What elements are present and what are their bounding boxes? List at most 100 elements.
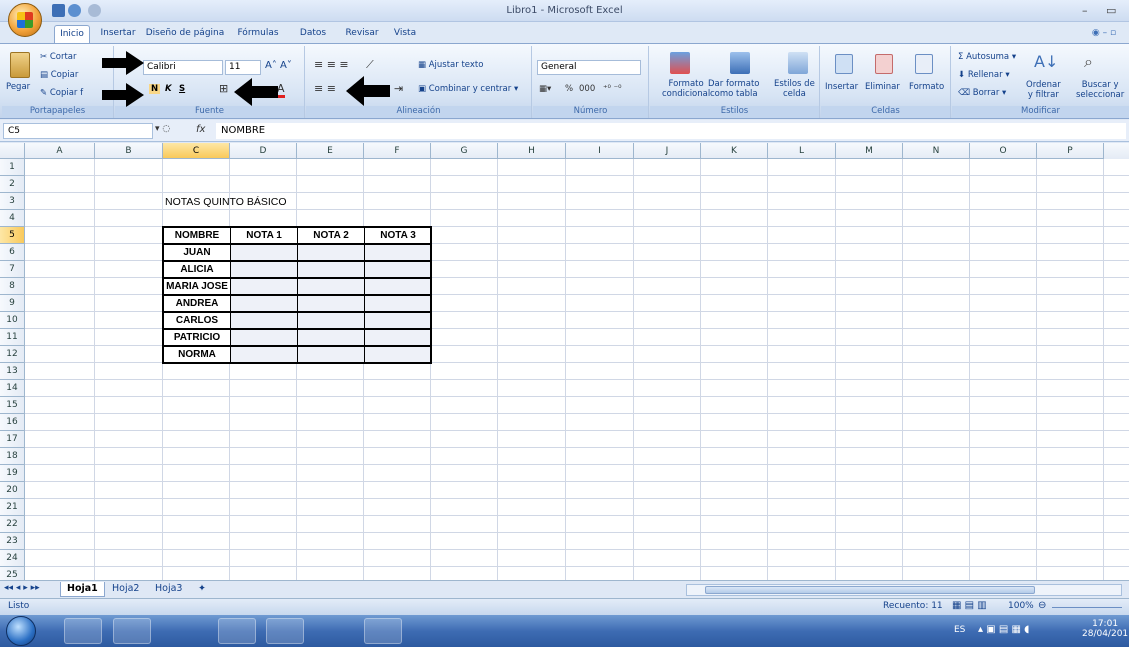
cut-button[interactable]: ✂ Cortar: [40, 52, 77, 62]
percent-button[interactable]: %: [565, 84, 573, 94]
sheet-tab-hoja3[interactable]: Hoja3: [149, 582, 188, 597]
table-cell[interactable]: PATRICIO: [163, 329, 231, 346]
table-cell-empty[interactable]: [364, 346, 432, 363]
tab-datos[interactable]: Datos: [294, 25, 332, 43]
column-header[interactable]: J: [634, 143, 701, 159]
decimal-icon[interactable]: ⁺⁰ ⁻⁰: [603, 84, 622, 94]
scrollbar-thumb[interactable]: [705, 586, 1035, 594]
column-header[interactable]: A: [25, 143, 95, 159]
cell-styles-button[interactable]: Estilos de celda: [774, 79, 815, 99]
taskbar-paint-icon[interactable]: [162, 618, 200, 644]
row-header[interactable]: 9: [0, 295, 25, 312]
row-header[interactable]: 21: [0, 499, 25, 516]
row-header[interactable]: 15: [0, 397, 25, 414]
row-header[interactable]: 23: [0, 533, 25, 550]
sheet-title[interactable]: NOTAS QUINTO BÁSICO: [165, 194, 287, 211]
table-cell-empty[interactable]: [230, 312, 298, 329]
orientation-icon[interactable]: ⟋: [366, 58, 374, 72]
column-header[interactable]: N: [903, 143, 970, 159]
conditional-format-button[interactable]: Formato condicional: [662, 79, 710, 99]
row-header[interactable]: 25: [0, 567, 25, 580]
taskbar-media-icon[interactable]: [113, 618, 151, 644]
row-header[interactable]: 1: [0, 159, 25, 176]
row-header[interactable]: 16: [0, 414, 25, 431]
autosum-button[interactable]: Σ Autosuma ▾: [958, 52, 1016, 62]
format-table-icon[interactable]: [730, 52, 750, 74]
select-all-corner[interactable]: [0, 143, 25, 159]
tab-diseno[interactable]: Diseño de página: [145, 25, 225, 43]
row-header[interactable]: 12: [0, 346, 25, 363]
row-header[interactable]: 3: [0, 193, 25, 210]
align-top-icon[interactable]: ≡ ≡ ≡: [314, 58, 349, 71]
table-cell[interactable]: MARIA JOSE: [163, 278, 231, 295]
sheet-tab-hoja1[interactable]: Hoja1: [60, 582, 105, 597]
column-header[interactable]: C: [163, 143, 230, 159]
borders-icon[interactable]: ⊞: [219, 82, 228, 95]
taskbar-excel-icon[interactable]: [364, 618, 402, 644]
table-cell-empty[interactable]: [364, 261, 432, 278]
column-header[interactable]: M: [836, 143, 903, 159]
table-cell-empty[interactable]: [297, 312, 365, 329]
number-format-combo[interactable]: General: [537, 60, 641, 75]
tab-vista[interactable]: Vista: [390, 25, 420, 43]
column-header[interactable]: K: [701, 143, 768, 159]
table-cell[interactable]: CARLOS: [163, 312, 231, 329]
row-header[interactable]: 2: [0, 176, 25, 193]
table-cell[interactable]: JUAN: [163, 244, 231, 261]
paste-button[interactable]: Pegar: [6, 82, 30, 92]
indent-icon[interactable]: ⇥: [394, 82, 403, 95]
worksheet-grid[interactable]: ABCDEFGHIJKLMNOP 1 2 3 4 5 6 7 8 9 10 11 12 13 14 15 16…: [0, 143, 1129, 580]
taskbar-explorer-icon[interactable]: [64, 618, 102, 644]
table-cell-empty[interactable]: [364, 329, 432, 346]
copy-button[interactable]: ▤ Copiar: [40, 70, 78, 80]
taskbar-paint2-icon[interactable]: [316, 618, 354, 644]
column-header[interactable]: F: [364, 143, 431, 159]
table-cell-empty[interactable]: [230, 346, 298, 363]
table-cell[interactable]: NOTA 3: [364, 227, 432, 244]
row-header[interactable]: 22: [0, 516, 25, 533]
thousands-button[interactable]: 000: [579, 84, 595, 94]
tab-revisar[interactable]: Revisar: [342, 25, 382, 43]
sheet-nav-icon[interactable]: ◂◂ ◂ ▸ ▸▸: [4, 583, 40, 593]
column-header[interactable]: O: [970, 143, 1037, 159]
currency-icon[interactable]: ▦▾: [539, 84, 551, 94]
table-cell-empty[interactable]: [297, 261, 365, 278]
column-header[interactable]: H: [498, 143, 566, 159]
format-cells-icon[interactable]: [915, 54, 933, 74]
table-cell[interactable]: NORMA: [163, 346, 231, 363]
table-cell-empty[interactable]: [297, 244, 365, 261]
italic-button[interactable]: K: [165, 84, 172, 94]
name-box[interactable]: C5: [3, 123, 153, 139]
row-header[interactable]: 13: [0, 363, 25, 380]
column-header[interactable]: L: [768, 143, 836, 159]
table-cell-empty[interactable]: [364, 312, 432, 329]
row-header[interactable]: 17: [0, 431, 25, 448]
tab-formulas[interactable]: Fórmulas: [232, 25, 284, 43]
minimize-icon[interactable]: –: [1082, 4, 1088, 17]
column-header[interactable]: P: [1037, 143, 1104, 159]
language-indicator[interactable]: ES: [954, 625, 965, 635]
name-box-dropdown-icon[interactable]: ▾ ◌: [155, 124, 170, 134]
restore-icon[interactable]: ▭: [1106, 4, 1116, 17]
formula-input[interactable]: NOMBRE: [216, 123, 1126, 139]
row-header[interactable]: 24: [0, 550, 25, 567]
bold-button[interactable]: N: [149, 84, 161, 94]
merge-center-button[interactable]: ▣ Combinar y centrar ▾: [418, 84, 518, 94]
table-cell-empty[interactable]: [297, 295, 365, 312]
clock[interactable]: 17:01 28/04/201: [1082, 619, 1128, 639]
table-cell-empty[interactable]: [230, 244, 298, 261]
delete-cells-icon[interactable]: [875, 54, 893, 74]
help-icon[interactable]: ◉ – ▫: [1084, 25, 1124, 43]
format-painter-button[interactable]: ✎ Copiar f: [40, 88, 83, 98]
table-cell-empty[interactable]: [364, 244, 432, 261]
cell-styles-icon[interactable]: [788, 52, 808, 74]
wrap-text-button[interactable]: ▦ Ajustar texto: [418, 60, 483, 70]
table-cell-empty[interactable]: [230, 295, 298, 312]
align-left-icon[interactable]: ≡ ≡: [314, 82, 336, 95]
sheet-tab-hoja2[interactable]: Hoja2: [106, 582, 145, 597]
paste-icon[interactable]: [10, 52, 30, 78]
row-header[interactable]: 20: [0, 482, 25, 499]
tray-icons[interactable]: ▴ ▣ ▤ ▦ ◖: [978, 624, 1029, 635]
office-button[interactable]: [8, 3, 42, 37]
delete-button[interactable]: Eliminar: [865, 82, 900, 92]
